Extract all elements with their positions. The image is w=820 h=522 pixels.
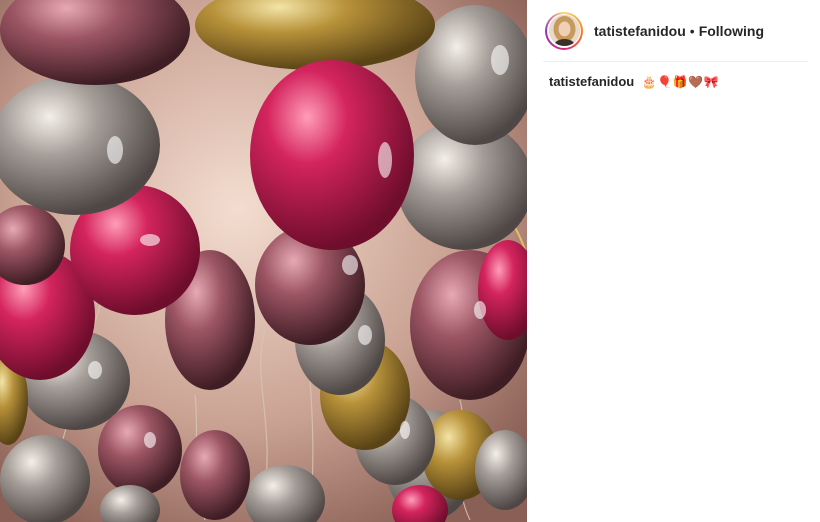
separator-dot: •	[689, 22, 695, 39]
post-caption: tatistefanidou 🎂🎈🎁🤎🎀	[549, 73, 809, 91]
following-button[interactable]: Following	[699, 23, 764, 39]
username-link[interactable]: tatistefanidou	[594, 23, 686, 39]
avatar[interactable]	[548, 15, 580, 46]
caption-text: 🎂🎈🎁🤎🎀	[641, 75, 720, 89]
caption-username-link[interactable]: tatistefanidou	[549, 74, 634, 89]
post-header: tatistefanidou • Following	[543, 0, 808, 62]
balloons-photo	[0, 0, 527, 522]
story-ring[interactable]	[545, 11, 583, 50]
avatar-photo	[548, 15, 580, 46]
post-photo[interactable]	[0, 0, 527, 522]
post-sidebar: tatistefanidou • Following tatistefanido…	[527, 0, 820, 522]
avatar-frame	[547, 13, 581, 48]
